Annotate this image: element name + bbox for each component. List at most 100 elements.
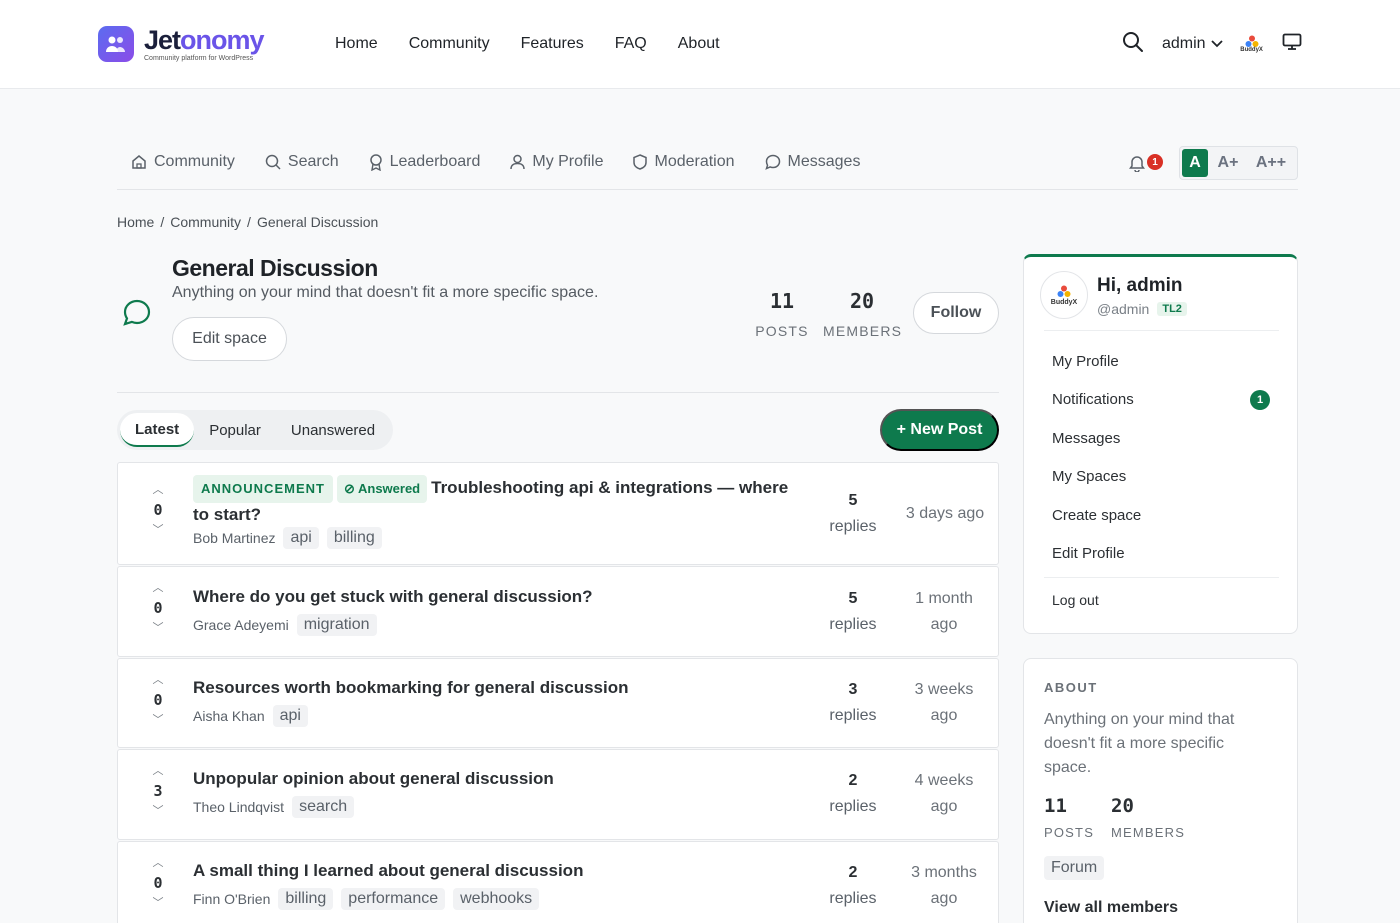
downvote-icon[interactable]: ﹀: [146, 621, 170, 635]
upvote-icon[interactable]: ︿: [146, 581, 170, 595]
post-row[interactable]: ︿ 0 ﹀ Resources worth bookmarking for ge…: [117, 658, 999, 748]
avatar[interactable]: BuddyX: [1040, 271, 1088, 319]
downvote-icon[interactable]: ﹀: [146, 896, 170, 910]
notification-count-badge: 1: [1250, 390, 1270, 410]
post-tag[interactable]: performance: [341, 888, 446, 910]
font-size-xlarge-button[interactable]: A++: [1248, 149, 1294, 177]
members-label: MEMBERS: [1111, 825, 1186, 840]
edit-space-button[interactable]: Edit space: [172, 317, 287, 361]
tab-latest[interactable]: Latest: [120, 413, 195, 447]
space-description: Anything on your mind that doesn't fit a…: [172, 284, 599, 301]
font-size-default-button[interactable]: A: [1182, 149, 1208, 177]
chat-bubble-icon: [122, 298, 152, 333]
search-icon[interactable]: [1122, 31, 1144, 58]
font-size-large-button[interactable]: A+: [1208, 149, 1248, 177]
community-logo-icon: [98, 26, 134, 62]
menu-my-spaces[interactable]: My Spaces: [1052, 468, 1126, 485]
post-tag[interactable]: migration: [296, 614, 377, 636]
vote-control: ︿ 0 ﹀: [146, 673, 170, 727]
user-menu-label: admin: [1162, 35, 1206, 52]
subnav-community[interactable]: Community: [131, 153, 235, 171]
menu-edit-profile[interactable]: Edit Profile: [1052, 545, 1125, 562]
post-tag[interactable]: api: [283, 527, 319, 549]
main-nav: Home Community Features FAQ About: [335, 35, 720, 53]
subnav-leaderboard[interactable]: Leaderboard: [369, 153, 480, 171]
nav-features[interactable]: Features: [521, 35, 584, 53]
menu-notifications[interactable]: Notifications: [1052, 391, 1134, 408]
tab-unanswered[interactable]: Unanswered: [276, 413, 390, 447]
tab-popular[interactable]: Popular: [194, 413, 276, 447]
about-card: ABOUT Anything on your mind that doesn't…: [1023, 658, 1298, 923]
post-row[interactable]: ︿ 3 ﹀ Unpopular opinion about general di…: [117, 749, 999, 840]
post-time: 1 month ago: [915, 590, 973, 633]
downvote-icon[interactable]: ﹀: [146, 713, 170, 727]
subnav-messages[interactable]: Messages: [764, 153, 860, 171]
upvote-icon[interactable]: ︿: [146, 673, 170, 687]
buddyx-logo-icon[interactable]: BuddyX: [1238, 30, 1266, 58]
post-author[interactable]: Theo Lindqvist: [193, 799, 284, 815]
logout-link[interactable]: Log out: [1052, 592, 1099, 608]
breadcrumb-home[interactable]: Home: [117, 214, 154, 230]
user-menu[interactable]: admin: [1162, 35, 1224, 53]
downvote-icon[interactable]: ﹀: [146, 804, 170, 818]
logo-wordmark: Jetonomy: [144, 25, 265, 55]
check-circle-icon: ⊘: [343, 481, 358, 496]
post-tag[interactable]: search: [292, 796, 355, 818]
post-tag[interactable]: billing: [278, 888, 334, 910]
upvote-icon[interactable]: ︿: [146, 764, 170, 778]
posts-count: 11: [1044, 795, 1067, 817]
posts-label: POSTS: [1044, 825, 1095, 840]
post-tag[interactable]: webhooks: [453, 888, 540, 910]
post-title[interactable]: Where do you get stuck with general disc…: [193, 585, 593, 609]
upvote-icon[interactable]: ︿: [146, 856, 170, 870]
user-greeting: Hi, admin: [1097, 275, 1183, 296]
site-logo[interactable]: Jetonomy Community platform for WordPres…: [98, 25, 265, 62]
vote-control: ︿ 0 ﹀: [146, 483, 170, 537]
post-meta: Grace Adeyemi migration: [193, 614, 377, 636]
post-title[interactable]: Resources worth bookmarking for general …: [193, 676, 629, 700]
post-meta: Aisha Khan api: [193, 705, 308, 727]
nav-community[interactable]: Community: [409, 35, 490, 53]
post-row[interactable]: ︿ 0 ﹀ A small thing I learned about gene…: [117, 841, 999, 923]
menu-my-profile[interactable]: My Profile: [1052, 353, 1119, 370]
nav-faq[interactable]: FAQ: [615, 35, 647, 53]
post-author[interactable]: Finn O'Brien: [193, 891, 270, 907]
monitor-icon[interactable]: [1282, 33, 1302, 56]
post-author[interactable]: Aisha Khan: [193, 708, 265, 724]
breadcrumb-community[interactable]: Community: [170, 214, 241, 230]
post-author[interactable]: Bob Martinez: [193, 530, 275, 546]
view-all-members-link[interactable]: View all members: [1044, 899, 1178, 917]
post-author[interactable]: Grace Adeyemi: [193, 617, 289, 633]
subnav-my-profile[interactable]: My Profile: [510, 153, 603, 171]
menu-messages[interactable]: Messages: [1052, 430, 1120, 447]
post-meta: Finn O'Brien billing performance webhook…: [193, 888, 540, 910]
user-card: BuddyX Hi, admin @admin TL2 My Profile N…: [1023, 254, 1298, 634]
posts-count: 11: [769, 289, 795, 313]
downvote-icon[interactable]: ﹀: [146, 523, 170, 537]
divider: [1044, 577, 1279, 578]
post-row[interactable]: ︿ 0 ﹀ Where do you get stuck with genera…: [117, 566, 999, 657]
notifications-bell[interactable]: 1: [1127, 152, 1165, 174]
post-row[interactable]: ︿ 0 ﹀ ANNOUNCEMENT ⊘ Answered Troubleshoot…: [117, 462, 999, 565]
subnav-moderation[interactable]: Moderation: [633, 153, 735, 171]
site-header: Jetonomy Community platform for WordPres…: [0, 0, 1400, 89]
follow-button[interactable]: Follow: [913, 292, 999, 334]
reply-count: 3 replies: [829, 681, 877, 724]
post-tag[interactable]: api: [272, 705, 308, 727]
post-tag[interactable]: billing: [326, 527, 382, 549]
vote-control: ︿ 0 ﹀: [146, 856, 170, 910]
menu-create-space[interactable]: Create space: [1052, 507, 1141, 524]
post-title[interactable]: Unpopular opinion about general discussi…: [193, 767, 554, 791]
trust-level-badge: TL2: [1157, 302, 1187, 316]
vote-count: 0: [153, 599, 163, 617]
subnav-search[interactable]: Search: [265, 153, 339, 171]
nav-home[interactable]: Home: [335, 35, 378, 53]
post-title[interactable]: A small thing I learned about general di…: [193, 859, 583, 883]
vote-count: 0: [153, 874, 163, 892]
post-title[interactable]: ANNOUNCEMENT ⊘ Answered Troubleshooting ap…: [193, 475, 793, 527]
space-title: General Discussion: [172, 255, 378, 281]
post-meta: Bob Martinez api billing: [193, 527, 382, 549]
nav-about[interactable]: About: [678, 35, 720, 53]
upvote-icon[interactable]: ︿: [146, 483, 170, 497]
new-post-button[interactable]: + New Post: [880, 409, 999, 451]
